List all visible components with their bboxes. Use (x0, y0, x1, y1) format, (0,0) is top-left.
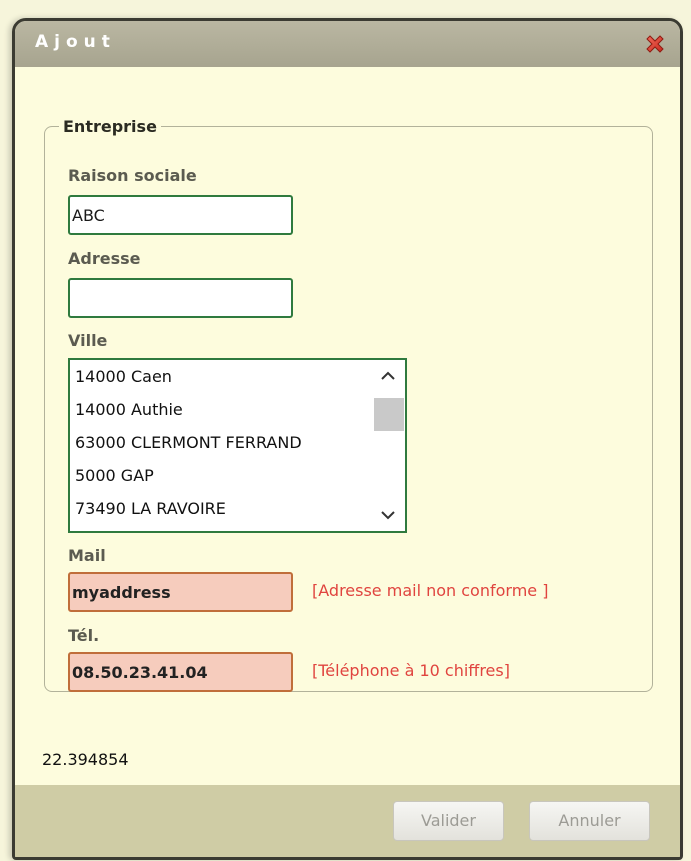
validate-button[interactable]: Valider (393, 801, 504, 841)
entreprise-fieldset: Entreprise Raison sociale Adresse Ville … (44, 117, 653, 692)
tel-error-message: [Téléphone à 10 chiffres] (312, 661, 510, 680)
status-value: 22.394854 (42, 750, 129, 769)
adresse-input[interactable] (68, 278, 293, 318)
ville-option[interactable]: 63000 CLERMONT FERRAND (75, 426, 302, 459)
dialog-titlebar[interactable]: Ajout (15, 21, 680, 67)
tel-input[interactable] (68, 652, 293, 692)
close-x-icon[interactable] (644, 33, 666, 55)
ville-listbox[interactable]: 14000 Caen 14000 Authie 63000 CLERMONT F… (68, 358, 407, 533)
ville-option[interactable]: 73490 LA RAVOIRE (75, 492, 226, 525)
adresse-label: Adresse (68, 249, 141, 268)
fieldset-legend: Entreprise (63, 117, 157, 136)
ville-label: Ville (68, 331, 108, 350)
tel-label: Tél. (68, 626, 100, 645)
ville-scrollbar[interactable] (371, 360, 405, 531)
chevron-down-icon[interactable] (371, 501, 405, 531)
ville-option[interactable]: 14000 Caen (75, 360, 172, 393)
dialog-footer: Valider Annuler (15, 785, 680, 857)
chevron-up-icon[interactable] (371, 360, 405, 390)
mail-input[interactable] (68, 572, 293, 612)
add-dialog: Ajout Entreprise Raison sociale ABC Adre… (12, 18, 683, 860)
mail-error-message: [Adresse mail non conforme ] (312, 581, 549, 600)
raison-sociale-input[interactable] (68, 195, 293, 235)
ville-option[interactable]: 14000 Authie (75, 393, 183, 426)
mail-label: Mail (68, 546, 106, 565)
dialog-body: Entreprise Raison sociale Adresse Ville … (15, 67, 680, 785)
raison-sociale-label: Raison sociale (68, 166, 197, 185)
page: Ajout Entreprise Raison sociale ABC Adre… (0, 0, 691, 861)
cancel-button[interactable]: Annuler (529, 801, 650, 841)
ville-option[interactable]: 5000 GAP (75, 459, 154, 492)
scrollbar-thumb[interactable] (374, 398, 404, 431)
dialog-title: Ajout (35, 32, 116, 52)
